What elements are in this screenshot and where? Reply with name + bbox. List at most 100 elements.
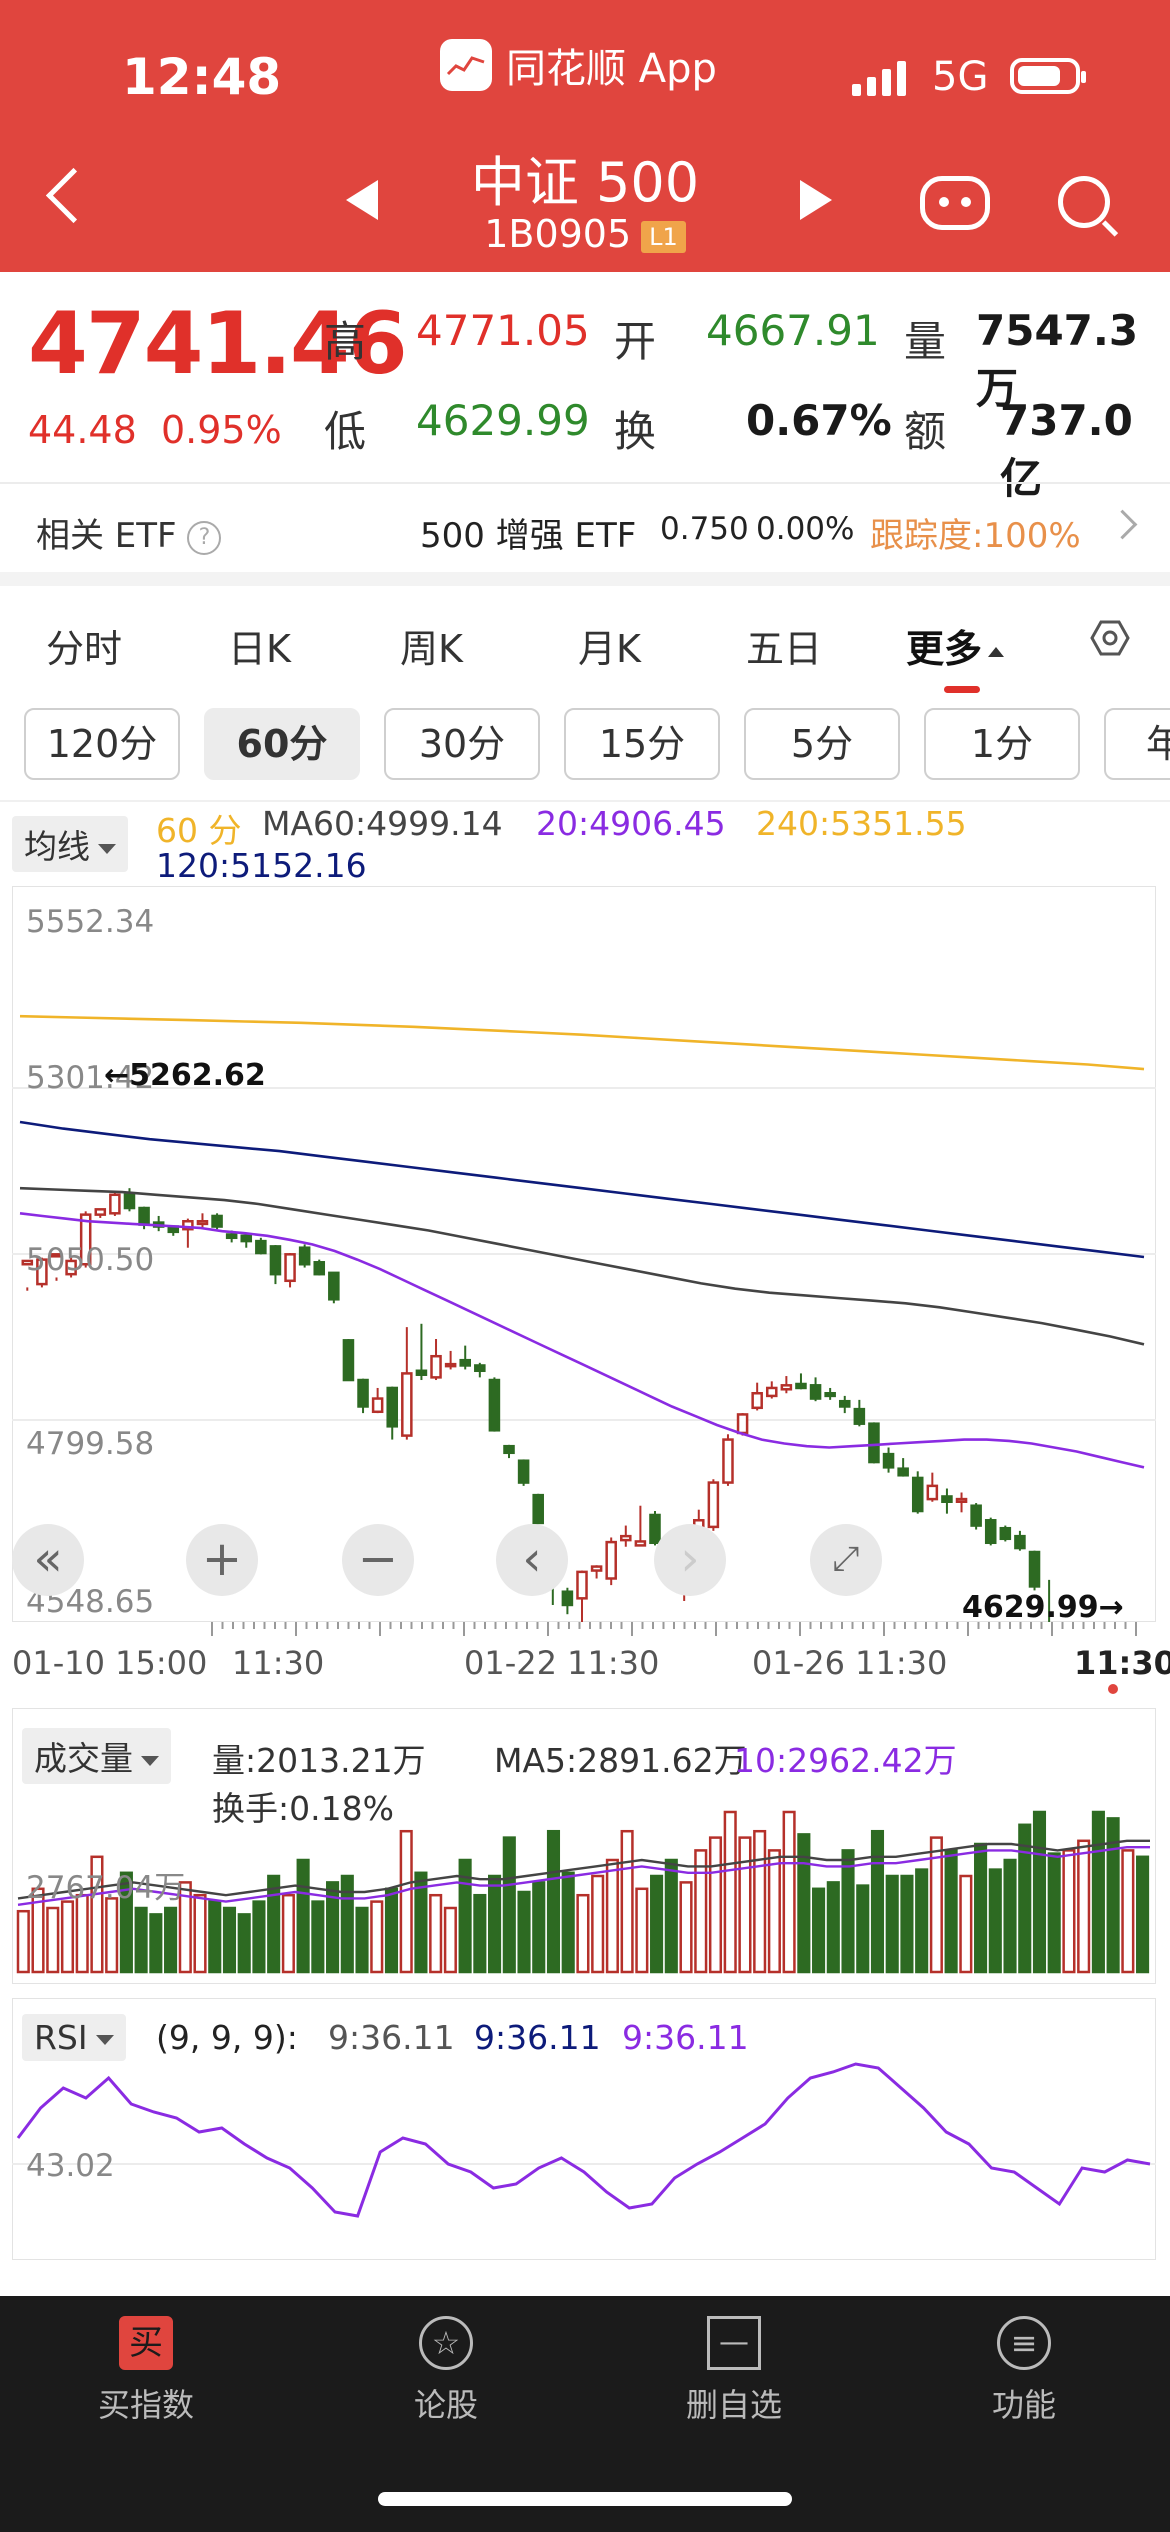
volume-bar bbox=[296, 1858, 310, 1974]
next-stock-icon[interactable] bbox=[800, 180, 832, 220]
zoom-in-icon[interactable]: + bbox=[186, 1524, 258, 1596]
candle-body bbox=[474, 1364, 486, 1373]
nav-label: 论股 bbox=[413, 2386, 478, 2424]
candle-body bbox=[941, 1495, 953, 1504]
volume-bar bbox=[885, 1874, 899, 1974]
volume-dropdown[interactable]: 成交量 bbox=[22, 1728, 171, 1784]
volume-bar bbox=[1047, 1852, 1061, 1974]
settings-icon[interactable] bbox=[1090, 618, 1130, 658]
time-axis-label: 01-26 11:30 bbox=[752, 1644, 948, 1682]
tab-daily[interactable]: 日K bbox=[228, 618, 291, 673]
nav-functions[interactable]: ≡ 功能 bbox=[914, 2316, 1134, 2426]
volume-bar bbox=[1003, 1858, 1017, 1974]
nav-label: 删自选 bbox=[685, 2386, 782, 2424]
rewind-icon[interactable]: « bbox=[12, 1524, 84, 1596]
volume-bar bbox=[164, 1906, 178, 1974]
candle-body bbox=[298, 1246, 311, 1266]
menu-icon: ≡ bbox=[997, 2316, 1051, 2370]
volume-bar bbox=[502, 1836, 516, 1974]
tab-five-day[interactable]: 五日 bbox=[746, 618, 822, 673]
volume-bar bbox=[650, 1874, 664, 1974]
period-120m[interactable]: 120分 bbox=[24, 708, 180, 780]
discuss-icon: ☆ bbox=[419, 2316, 473, 2370]
ma-dropdown[interactable]: 均线 bbox=[12, 816, 128, 872]
period-60m[interactable]: 60分 bbox=[204, 708, 360, 780]
price-axis-label: 4799.58 bbox=[26, 1426, 155, 1462]
rsi-dropdown[interactable]: RSI bbox=[22, 2014, 126, 2061]
amount-label: 额 bbox=[904, 407, 947, 456]
candle-body bbox=[561, 1590, 574, 1607]
candle-body bbox=[255, 1239, 267, 1255]
volume-bar bbox=[738, 1836, 752, 1974]
nav-discuss[interactable]: ☆ 论股 bbox=[336, 2316, 556, 2426]
candle-body bbox=[722, 1438, 734, 1484]
tab-monthly[interactable]: 月K bbox=[578, 618, 641, 673]
rsi-value-3: 9:36.11 bbox=[622, 2018, 749, 2057]
tab-intraday[interactable]: 分时 bbox=[46, 618, 122, 673]
etf-price: 0.750 bbox=[660, 511, 749, 547]
candle-body bbox=[342, 1339, 355, 1382]
zoom-out-icon[interactable]: − bbox=[342, 1524, 414, 1596]
kline-chart[interactable] bbox=[12, 886, 1156, 1622]
high-value: 4771.05 bbox=[416, 306, 590, 355]
remove-watchlist-icon: — bbox=[707, 2316, 761, 2370]
candle-body bbox=[225, 1233, 238, 1240]
volume-bar bbox=[149, 1913, 163, 1974]
volume-bar bbox=[252, 1900, 266, 1974]
candle-body bbox=[415, 1369, 428, 1376]
period-year[interactable]: 年 bbox=[1104, 708, 1170, 780]
volume-bar bbox=[281, 1893, 295, 1974]
candle-body bbox=[707, 1481, 720, 1529]
etf-tracking: 跟踪度:100% bbox=[870, 516, 1081, 556]
volume-bar bbox=[620, 1829, 634, 1974]
candle-body bbox=[911, 1476, 924, 1513]
period-1m[interactable]: 1分 bbox=[924, 708, 1080, 780]
change-value: 44.48 bbox=[28, 408, 137, 452]
fullscreen-icon[interactable]: ⤢ bbox=[810, 1524, 882, 1596]
prev-icon[interactable]: ‹ bbox=[496, 1524, 568, 1596]
candle-body bbox=[517, 1459, 530, 1484]
info-icon[interactable]: ? bbox=[187, 520, 222, 555]
home-indicator[interactable] bbox=[378, 2492, 792, 2506]
search-icon[interactable] bbox=[1058, 176, 1110, 228]
ma60-line bbox=[19, 1186, 1145, 1346]
low-value: 4629.99 bbox=[416, 396, 590, 445]
period-30m[interactable]: 30分 bbox=[384, 708, 540, 780]
caret-down-icon bbox=[95, 2034, 114, 2045]
app-header: 12:48 同花顺 App 5G 中证 500 1B0905 L1 bbox=[0, 0, 1170, 272]
time-axis-label: 01-22 11:30 bbox=[464, 1644, 660, 1682]
volume-bar bbox=[841, 1849, 855, 1974]
volume-label: 量 bbox=[904, 317, 947, 366]
volume-value: 量:2013.21万 bbox=[212, 1741, 426, 1780]
chevron-right-icon[interactable] bbox=[1107, 509, 1138, 540]
candle-body bbox=[780, 1384, 793, 1391]
current-dot bbox=[1108, 1684, 1118, 1694]
divider bbox=[0, 800, 1170, 802]
period-15m[interactable]: 15分 bbox=[564, 708, 720, 780]
candle-body bbox=[503, 1444, 515, 1455]
app-switcher[interactable]: 同花顺 App bbox=[440, 36, 717, 94]
tab-weekly[interactable]: 周K bbox=[400, 618, 463, 673]
candle-body bbox=[605, 1540, 617, 1580]
candle-body bbox=[955, 1497, 968, 1504]
level-badge: L1 bbox=[641, 220, 686, 253]
next-icon[interactable]: › bbox=[654, 1524, 726, 1596]
tab-more[interactable]: 更多 bbox=[906, 618, 1005, 673]
nav-buy-index[interactable]: 买 买指数 bbox=[36, 2316, 256, 2426]
robot-assistant-icon[interactable] bbox=[920, 176, 990, 230]
volume-bar bbox=[679, 1881, 693, 1974]
open-value: 4667.91 bbox=[706, 306, 880, 355]
volume-bar bbox=[311, 1900, 325, 1974]
etf-name[interactable]: 500 增强 ETF bbox=[420, 508, 636, 557]
nav-remove-watchlist[interactable]: — 删自选 bbox=[624, 2316, 844, 2426]
candle-body bbox=[765, 1386, 778, 1398]
period-5m[interactable]: 5分 bbox=[744, 708, 900, 780]
volume-bar bbox=[429, 1893, 443, 1974]
related-etf[interactable]: 相关 ETF ? bbox=[36, 508, 222, 557]
active-tab-underline bbox=[944, 686, 980, 693]
volume-bar bbox=[237, 1913, 251, 1974]
divider bbox=[0, 482, 1170, 484]
volume-bar bbox=[782, 1810, 796, 1974]
rsi-value-2: 9:36.11 bbox=[474, 2018, 601, 2057]
volume-bar bbox=[753, 1829, 767, 1974]
